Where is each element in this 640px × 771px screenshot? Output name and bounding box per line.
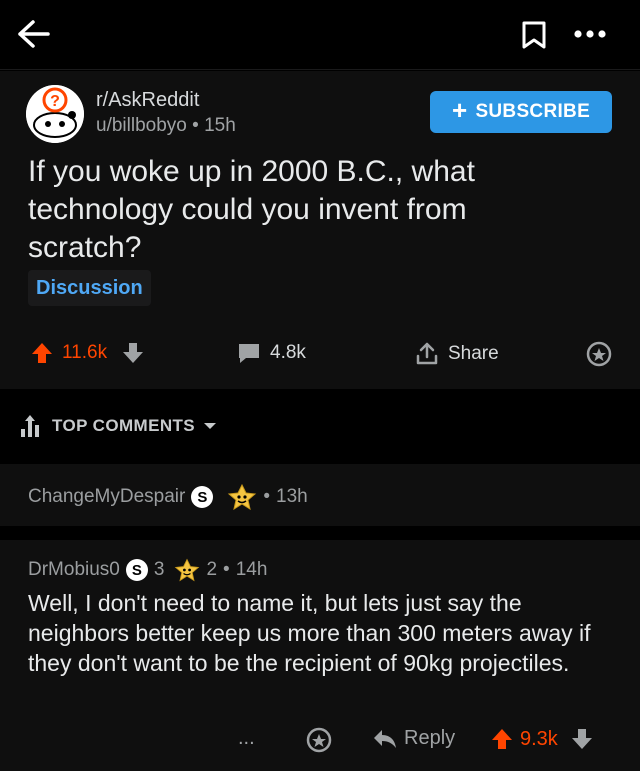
- comment-actions: ... Reply 9.3k: [0, 723, 640, 767]
- downvote-arrow-icon[interactable]: [121, 341, 145, 365]
- arrow-left-icon: [18, 20, 50, 48]
- subscribe-label: SUBSCRIBE: [475, 101, 591, 122]
- share-icon: [416, 342, 438, 365]
- post-actions: 11.6k 4.8k Share: [0, 333, 640, 379]
- comment-count: 4.8k: [270, 342, 306, 363]
- helpful-award-icon: [228, 484, 257, 510]
- caret-down-icon: [204, 423, 217, 429]
- share-button[interactable]: Share: [414, 341, 499, 367]
- post-flair[interactable]: Discussion: [28, 270, 151, 306]
- save-button[interactable]: [518, 20, 550, 52]
- reply-arrow-icon: [374, 729, 396, 748]
- comment-bubble-icon: [239, 344, 259, 363]
- reply-button[interactable]: Reply: [372, 727, 455, 750]
- silver-badge-count: 3: [153, 559, 165, 580]
- more-horizontal-icon: [574, 30, 606, 38]
- plus-icon: +: [451, 95, 468, 125]
- comment-header: DrMobius0 S 3 2 • 14h: [28, 558, 267, 582]
- meta-separator: •: [263, 486, 271, 507]
- upvote-arrow-icon[interactable]: [30, 341, 54, 365]
- meta-separator: •: [192, 115, 199, 136]
- helpful-award-icon: [175, 558, 200, 582]
- silver-badge-icon: S: [191, 486, 214, 508]
- award-button[interactable]: [586, 341, 612, 367]
- sort-dropdown[interactable]: TOP COMMENTS: [18, 413, 217, 439]
- post-author[interactable]: u/billbobyo: [96, 115, 187, 136]
- subreddit-avatar[interactable]: ?: [26, 85, 84, 143]
- comment-username[interactable]: ChangeMyDespair: [28, 486, 185, 508]
- meta-separator: •: [223, 559, 230, 580]
- subreddit-name[interactable]: r/AskReddit: [96, 89, 199, 112]
- back-button[interactable]: [16, 16, 52, 52]
- reply-label: Reply: [404, 727, 456, 749]
- downvote-arrow-icon[interactable]: [570, 727, 594, 751]
- top-bar: [0, 0, 640, 70]
- post-title[interactable]: If you woke up in 2000 B.C., what techno…: [28, 153, 588, 267]
- comment-more-button[interactable]: ...: [238, 727, 255, 750]
- award-count: 2: [206, 559, 218, 580]
- comment-age: 14h: [235, 559, 268, 580]
- post-meta: u/billbobyo • 15h: [96, 115, 236, 137]
- vote-control: 11.6k: [30, 341, 145, 365]
- collapsed-comment[interactable]: ChangeMyDespair S • 13h: [0, 464, 640, 526]
- post-card: ? r/AskReddit u/billbobyo • 15h + SUBSCR…: [0, 71, 640, 389]
- comment: DrMobius0 S 3 2 • 14h Well, I don't need…: [0, 540, 640, 771]
- post-upvote-count: 11.6k: [62, 342, 108, 363]
- award-icon: [306, 727, 332, 753]
- upvote-arrow-icon[interactable]: [490, 727, 514, 751]
- sort-label: TOP COMMENTS: [52, 416, 196, 435]
- post-age: 15h: [204, 115, 236, 136]
- top-sort-icon: [21, 415, 39, 437]
- share-label: Share: [448, 343, 499, 364]
- bookmark-icon: [522, 21, 546, 49]
- award-icon: [586, 341, 612, 367]
- more-dots: ...: [238, 727, 255, 749]
- comment-sort-bar: TOP COMMENTS: [0, 389, 640, 463]
- askreddit-logo-icon: ?: [26, 85, 84, 143]
- comment-body: Well, I don't need to name it, but lets …: [28, 590, 591, 676]
- more-options-button[interactable]: [570, 20, 610, 48]
- comments-button[interactable]: 4.8k: [236, 341, 306, 365]
- silver-badge-icon: S: [125, 559, 148, 581]
- comment-age: 13h: [276, 486, 308, 507]
- comment-score: 9.3k: [520, 727, 558, 750]
- comment-award-button[interactable]: [306, 727, 332, 753]
- subscribe-button[interactable]: + SUBSCRIBE: [430, 91, 612, 133]
- comment-vote-control: 9.3k: [490, 727, 594, 751]
- comment-header: ChangeMyDespair S • 13h: [28, 484, 308, 510]
- svg-text:?: ?: [50, 93, 60, 110]
- comment-username[interactable]: DrMobius0: [28, 559, 120, 581]
